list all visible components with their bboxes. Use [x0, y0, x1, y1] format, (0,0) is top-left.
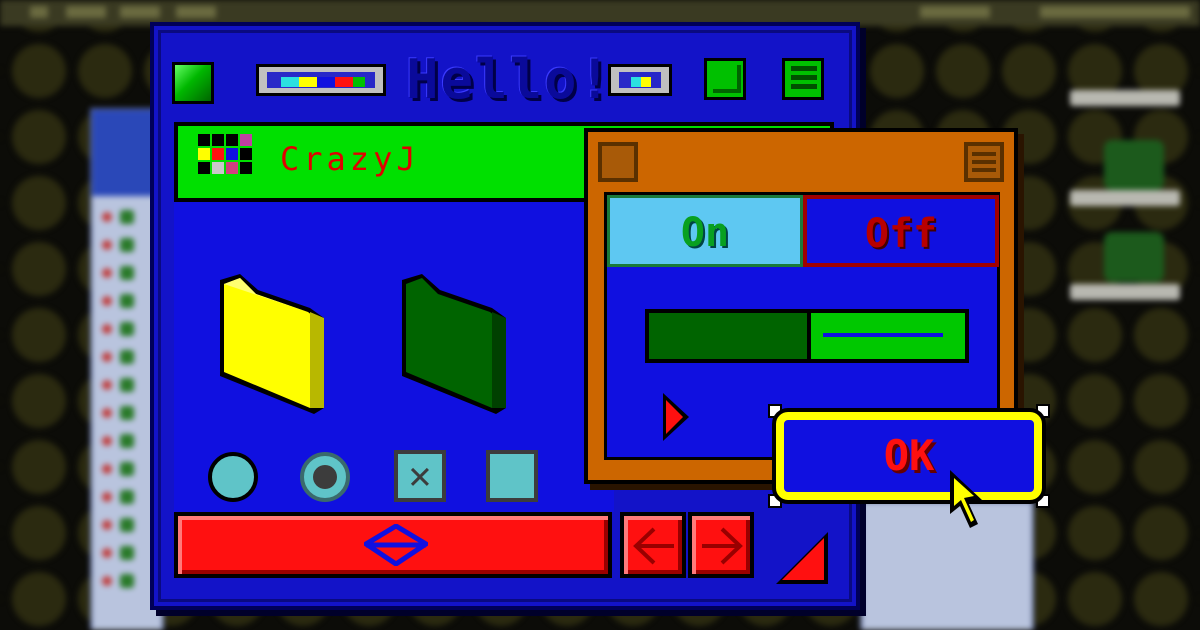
grid-logo-icon [198, 134, 254, 190]
slider[interactable] [645, 309, 969, 363]
horizontal-scrollbar[interactable] [174, 512, 758, 578]
desktop-icon-label [1070, 90, 1180, 106]
ok-button-selection: OK [768, 404, 1050, 508]
checkbox-checked[interactable]: ✕ [394, 450, 446, 502]
dialog-close-button[interactable] [598, 142, 638, 182]
desktop-icon [1104, 232, 1164, 282]
folder-icon[interactable] [396, 272, 514, 422]
desktop-icon [1104, 140, 1164, 190]
checkbox[interactable] [486, 450, 538, 502]
desktop-icon-label [1070, 190, 1180, 206]
folder-icon[interactable] [214, 272, 332, 422]
arrow-right-icon [702, 527, 743, 565]
dialog-menu-button[interactable] [964, 142, 1004, 182]
desktop-icon-label [1070, 284, 1180, 300]
title-bar[interactable]: Hello! [166, 38, 844, 128]
scroll-left-button[interactable] [620, 512, 686, 578]
restore-button[interactable] [704, 58, 746, 100]
slider-handle[interactable] [823, 333, 943, 337]
window-menu-button[interactable] [782, 58, 824, 100]
scroll-right-button[interactable] [688, 512, 754, 578]
play-icon[interactable] [661, 391, 691, 443]
window-close-button[interactable] [172, 62, 214, 104]
toggle-off-button[interactable]: Off [803, 195, 999, 267]
radio-button[interactable] [208, 452, 258, 502]
pointer-cursor-icon [950, 470, 982, 528]
slider-fill [649, 313, 811, 359]
resize-horizontal-icon[interactable] [364, 524, 428, 566]
content-area: ✕ [174, 202, 614, 512]
title-decoration-right [608, 64, 672, 96]
window-title: Hello! [406, 48, 614, 111]
resize-grip-icon[interactable] [774, 530, 830, 586]
ok-button[interactable]: OK [772, 408, 1046, 504]
title-decoration-left [256, 64, 386, 96]
arrow-left-icon [633, 527, 674, 565]
scrollbar-track[interactable] [174, 512, 612, 578]
app-name: CrazyJ [280, 140, 420, 178]
toggle-on-button[interactable]: On [607, 195, 803, 267]
radio-button-selected[interactable] [300, 452, 350, 502]
